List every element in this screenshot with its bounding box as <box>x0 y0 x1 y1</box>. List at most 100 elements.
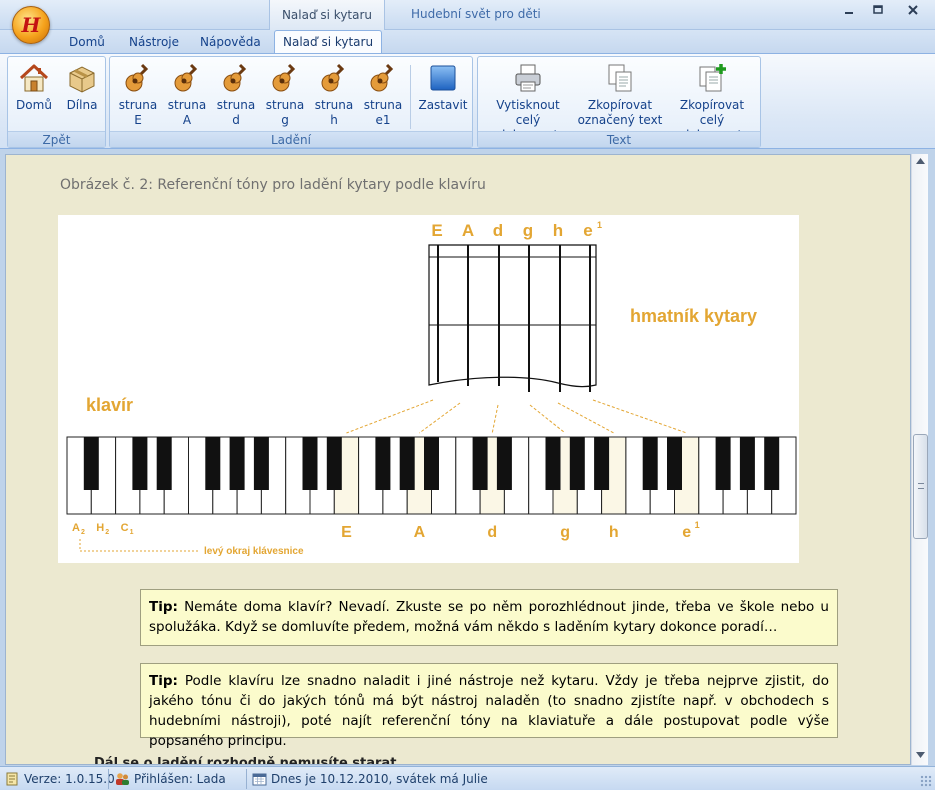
home-icon <box>19 64 49 92</box>
black-key <box>229 437 245 490</box>
status-version-text: Verze: 1.0.15.0 <box>24 772 115 786</box>
window-title: Hudební svět pro děti <box>411 7 541 21</box>
low-key-labels: A2H2C1 <box>72 522 134 536</box>
home-button-label: Domů <box>16 98 52 112</box>
connector-line <box>529 404 566 434</box>
string-g-line1: struna <box>265 98 305 112</box>
key-label: g <box>560 524 570 541</box>
print-line1: Vytisknout <box>496 98 560 112</box>
figure-caption: Obrázek č. 2: Referenční tóny pro ladění… <box>60 177 486 193</box>
string-e-line1: struna <box>118 98 158 112</box>
fretboard <box>428 244 597 392</box>
low-key-sub: 2 <box>105 529 109 536</box>
black-key <box>496 437 512 490</box>
users-icon <box>116 773 129 785</box>
thumb-grip-icon <box>918 483 924 489</box>
string-label: E <box>431 221 442 240</box>
stop-icon <box>430 65 456 91</box>
string-e1-line2: e1 <box>375 113 391 127</box>
copy-icon <box>608 64 632 92</box>
vertical-scrollbar[interactable] <box>911 154 928 765</box>
print-document-button[interactable]: Vytisknout celý dokument <box>484 59 572 142</box>
tab-napoveda[interactable]: Nápověda <box>192 32 269 53</box>
string-label: A <box>462 221 474 240</box>
status-version: Verze: 1.0.15.0 <box>4 770 115 788</box>
tip-box-2: Tip: Podle klavíru lze snadno naladit i … <box>140 663 838 749</box>
string-d-button[interactable]: struna d <box>213 59 259 131</box>
string-label-sup: 1 <box>597 220 602 230</box>
minimize-button[interactable] <box>838 4 860 22</box>
black-key <box>739 437 755 490</box>
string-e-line2: E <box>134 113 142 127</box>
string-label: h <box>553 221 563 240</box>
resize-grip-icon[interactable] <box>920 775 932 787</box>
guitar-icon <box>321 63 345 92</box>
scroll-up-button[interactable] <box>912 154 929 171</box>
app-logo-icon: H <box>21 13 41 37</box>
guitar-icon <box>272 63 296 92</box>
workshop-button[interactable]: Dílna <box>60 59 104 131</box>
minimize-icon <box>845 12 853 14</box>
version-icon <box>6 772 18 786</box>
key-label: E <box>341 524 352 541</box>
tip-2-prefix: Tip: <box>149 673 178 689</box>
tab-domu[interactable]: Domů <box>61 32 113 53</box>
ribbon-group-label-text: Text <box>478 131 760 147</box>
string-e1-button[interactable]: struna e1 <box>360 59 406 131</box>
tip-1-prefix: Tip: <box>149 599 178 615</box>
printer-icon <box>515 64 541 92</box>
ribbon-tab-row: Domů Nástroje Nápověda Nalaď si kytaru <box>0 30 935 54</box>
status-user: Přihlášen: Lada <box>114 770 226 788</box>
string-e1-line1: struna <box>363 98 403 112</box>
string-h-button[interactable]: struna h <box>311 59 357 131</box>
scroll-down-button[interactable] <box>912 748 929 765</box>
connector-line <box>346 399 434 434</box>
tab-nalad-si-kytaru[interactable]: Nalaď si kytaru <box>274 30 383 54</box>
ribbon-group-back: Domů Dílna Zpět <box>7 56 106 148</box>
scroll-thumb[interactable] <box>913 434 928 539</box>
black-key <box>399 437 415 490</box>
low-key-label: A <box>72 522 80 534</box>
home-button[interactable]: Domů <box>12 59 56 131</box>
key-label: h <box>609 524 619 541</box>
guitar-icon <box>174 63 198 92</box>
status-user-text: Přihlášen: Lada <box>134 772 226 786</box>
string-g-button[interactable]: struna g <box>262 59 308 131</box>
connector-line <box>557 402 614 434</box>
black-key <box>764 437 780 490</box>
stop-button[interactable]: Zastavit <box>417 59 469 131</box>
black-key <box>472 437 488 490</box>
connector-lines <box>346 399 687 434</box>
string-label: g <box>523 221 533 240</box>
string-e-button[interactable]: struna E <box>115 59 161 131</box>
black-key <box>253 437 269 490</box>
copy-whole-line1: Zkopírovat <box>679 98 745 112</box>
ribbon-group-text: Vytisknout celý dokument Zkopírovat ozna… <box>477 56 761 148</box>
ribbon-group-label-tuning: Ladění <box>110 131 472 147</box>
copy-whole-document-button[interactable]: Zkopírovat celý dokument <box>668 59 756 142</box>
tip-1-text: Nemáte doma klavír? Nevadí. Zkuste se po… <box>149 599 829 635</box>
key-labels: E Ad g h e1 <box>341 520 700 541</box>
black-key <box>424 437 439 490</box>
black-key <box>156 437 172 490</box>
black-key <box>83 437 99 490</box>
maximize-button[interactable] <box>867 4 889 22</box>
black-key <box>642 437 658 490</box>
tab-nastroje[interactable]: Nástroje <box>121 32 187 53</box>
status-separator <box>246 769 247 789</box>
string-a-button[interactable]: struna A <box>164 59 210 131</box>
application-menu-button[interactable]: H <box>12 6 50 44</box>
black-key <box>667 437 682 490</box>
copy-selected-button[interactable]: Zkopírovat označený text <box>576 59 664 131</box>
string-h-line2: h <box>330 113 338 127</box>
document-view[interactable]: Obrázek č. 2: Referenční tóny pro ladění… <box>5 154 911 765</box>
string-g-line2: g <box>281 113 289 127</box>
string-label: d <box>493 221 503 240</box>
fretboard-label: hmatník kytary <box>630 306 757 326</box>
close-button[interactable] <box>902 4 924 22</box>
copy-selected-line1: Zkopírovat <box>587 98 653 112</box>
guitar-icon <box>370 63 394 92</box>
copy-selected-line2: označený text <box>577 113 663 127</box>
connector-line <box>419 402 461 434</box>
status-bar: Verze: 1.0.15.0 Přihlášen: Lada Dnes je … <box>0 766 935 790</box>
